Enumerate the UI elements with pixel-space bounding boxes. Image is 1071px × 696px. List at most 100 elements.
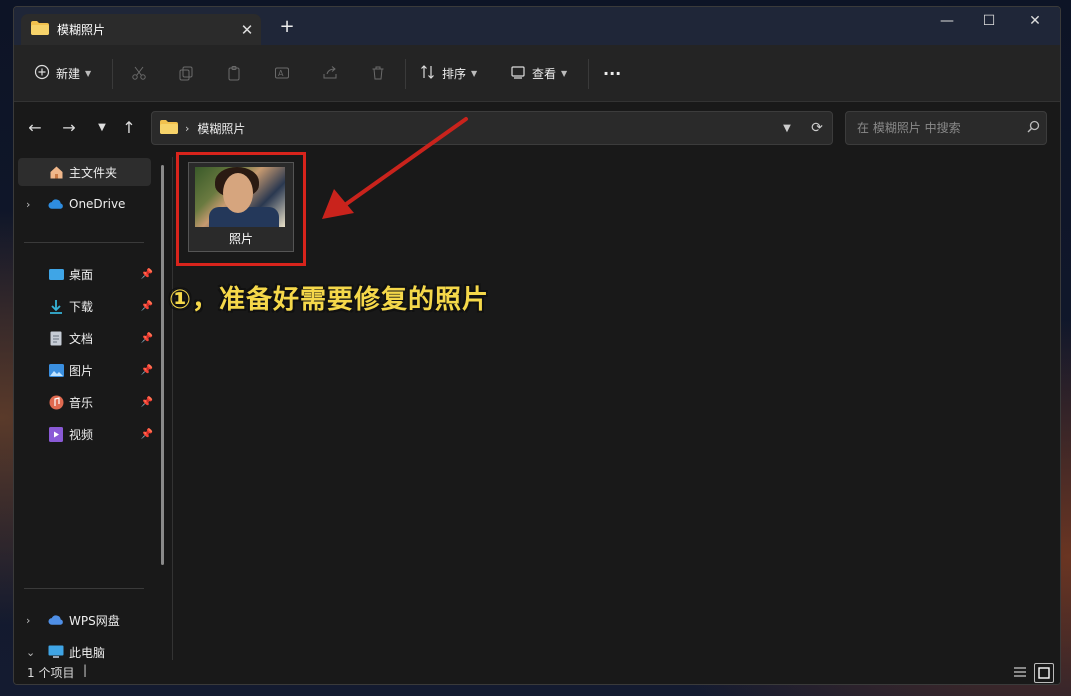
pin-icon[interactable]: 📌 — [141, 365, 153, 376]
command-bar: 新建 ▼ A 排序 ▼ 查看 ▼ ··· — [14, 45, 1060, 102]
sidebar-scrollbar[interactable] — [161, 165, 164, 565]
recent-locations-chevron-icon[interactable]: ▼ — [90, 117, 114, 139]
sidebar-item-desktop[interactable]: 桌面 📌 — [18, 260, 153, 288]
search-box[interactable] — [845, 111, 1047, 145]
annotation-arrow — [322, 117, 468, 219]
pane-divider[interactable] — [172, 157, 173, 662]
chevron-right-icon[interactable]: › — [26, 614, 38, 627]
sidebar-divider — [24, 242, 144, 243]
pin-icon[interactable]: 📌 — [141, 333, 153, 344]
document-icon — [48, 330, 64, 346]
pin-icon[interactable]: 📌 — [141, 397, 153, 408]
onedrive-cloud-icon — [48, 196, 64, 212]
tab-blurry-photos[interactable]: 模糊照片 ✕ — [21, 14, 261, 45]
folder-icon — [160, 119, 178, 137]
photo-thumbnail — [195, 167, 285, 227]
sort-icon — [420, 64, 436, 83]
sidebar-item-label: 图片 — [69, 363, 94, 378]
desktop-icon — [48, 266, 64, 282]
folder-icon — [31, 21, 49, 38]
tab-title: 模糊照片 — [57, 23, 106, 37]
address-history-chevron-icon[interactable]: ▼ — [772, 123, 802, 134]
chevron-down-icon[interactable]: ⌄ — [26, 646, 38, 659]
chevron-down-icon: ▼ — [561, 68, 568, 78]
paste-icon[interactable] — [222, 61, 246, 85]
share-icon[interactable] — [318, 61, 342, 85]
sidebar-item-label: 主文件夹 — [69, 165, 118, 180]
file-item-photo[interactable]: 照片 — [188, 162, 294, 252]
toolbar-divider — [112, 59, 113, 89]
close-window-button[interactable]: ✕ — [1012, 7, 1058, 37]
sidebar-divider — [24, 588, 144, 589]
sidebar-item-downloads[interactable]: 下载 📌 — [18, 292, 153, 320]
refresh-icon[interactable]: ⟳ — [802, 120, 832, 136]
sidebar-item-label: OneDrive — [69, 197, 126, 211]
sidebar-item-label: 视频 — [69, 427, 94, 442]
breadcrumb-chevron-icon[interactable]: › — [185, 122, 189, 135]
computer-icon — [48, 644, 64, 660]
search-input[interactable] — [855, 120, 1020, 136]
copy-icon[interactable] — [174, 61, 198, 85]
minimize-button[interactable]: — — [924, 7, 970, 37]
new-tab-button[interactable]: + — [276, 15, 298, 39]
video-icon — [48, 426, 64, 442]
sidebar-item-documents[interactable]: 文档 📌 — [18, 324, 153, 352]
large-icons-view-icon[interactable] — [1034, 663, 1054, 683]
toolbar-divider — [588, 59, 589, 89]
address-bar[interactable]: › 模糊照片 ▼ ⟳ — [151, 111, 833, 145]
home-icon — [48, 164, 64, 180]
maximize-button[interactable]: ☐ — [966, 7, 1012, 37]
new-label: 新建 — [56, 66, 81, 81]
toolbar-divider — [405, 59, 406, 89]
download-icon — [48, 298, 64, 314]
pin-icon[interactable]: 📌 — [141, 269, 153, 280]
chevron-right-icon[interactable]: › — [26, 198, 38, 211]
sidebar-item-home[interactable]: 主文件夹 — [18, 158, 151, 186]
sidebar-item-videos[interactable]: 视频 📌 — [18, 420, 153, 448]
search-icon[interactable] — [1020, 120, 1046, 136]
more-options-button[interactable]: ··· — [603, 59, 621, 87]
sidebar-item-wps-drive[interactable]: › WPS网盘 — [18, 606, 151, 634]
svg-text:A: A — [278, 69, 284, 78]
wps-cloud-icon — [48, 612, 64, 628]
navigation-pane: 主文件夹 › OneDrive 桌面 📌 下载 📌 文档 📌 图片 📌 音乐 📌… — [14, 155, 164, 660]
view-button[interactable]: 查看 ▼ — [510, 59, 567, 87]
breadcrumb[interactable]: 模糊照片 — [197, 120, 772, 137]
new-button[interactable]: 新建 ▼ — [34, 59, 91, 87]
plus-circle-icon — [34, 64, 50, 83]
up-arrow-icon[interactable]: ↑ — [117, 117, 141, 139]
sidebar-item-music[interactable]: 音乐 📌 — [18, 388, 153, 416]
sidebar-item-label: WPS网盘 — [69, 613, 120, 628]
rename-icon[interactable]: A — [270, 61, 294, 85]
item-count: 1 个项目 — [27, 666, 75, 680]
pin-icon[interactable]: 📌 — [141, 429, 153, 440]
sidebar-item-label: 桌面 — [69, 267, 94, 282]
status-separator: | — [83, 663, 88, 677]
music-icon — [48, 394, 64, 410]
sidebar-item-label: 文档 — [69, 331, 94, 346]
sidebar-item-pictures[interactable]: 图片 📌 — [18, 356, 153, 384]
file-name: 照片 — [228, 232, 253, 246]
sort-label: 排序 — [442, 66, 467, 81]
cut-icon[interactable] — [127, 61, 151, 85]
view-icon — [510, 64, 526, 83]
view-label: 查看 — [532, 66, 557, 81]
pictures-icon — [48, 362, 64, 378]
forward-arrow-icon[interactable]: → — [57, 117, 81, 139]
sidebar-item-label: 下载 — [69, 299, 94, 314]
sidebar-item-label: 音乐 — [69, 395, 94, 410]
delete-icon[interactable] — [366, 61, 390, 85]
back-arrow-icon[interactable]: ← — [23, 117, 47, 139]
annotation-text: ①，准备好需要修复的照片 — [169, 285, 490, 315]
pin-icon[interactable]: 📌 — [141, 301, 153, 312]
details-view-icon[interactable] — [1011, 663, 1029, 681]
sidebar-item-onedrive[interactable]: › OneDrive — [18, 190, 151, 218]
status-bar: 1 个项目 | — [14, 660, 1060, 684]
chevron-down-icon: ▼ — [471, 68, 478, 78]
tab-close-icon[interactable]: ✕ — [233, 21, 261, 39]
sort-button[interactable]: 排序 ▼ — [420, 59, 477, 87]
file-explorer-window: 模糊照片 ✕ + — ☐ ✕ 新建 ▼ A 排序 ▼ 查看 ▼ ··· ← → … — [13, 6, 1061, 685]
title-bar: 模糊照片 ✕ + — ☐ ✕ — [14, 7, 1060, 45]
sidebar-item-label: 此电脑 — [69, 645, 106, 660]
chevron-down-icon: ▼ — [85, 68, 92, 78]
